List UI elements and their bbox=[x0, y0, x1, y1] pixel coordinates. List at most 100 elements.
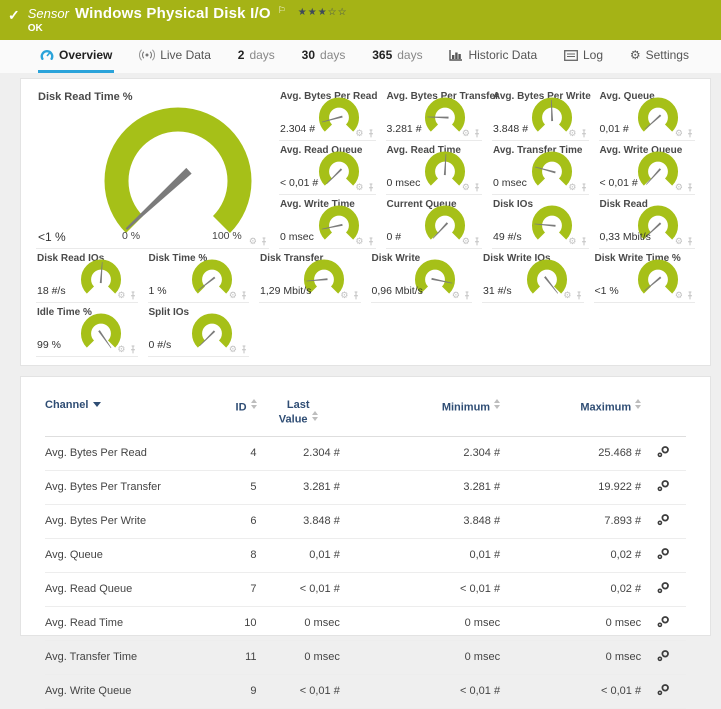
tab-2-days[interactable]: 2days bbox=[236, 40, 277, 73]
channel-settings-icon[interactable] bbox=[656, 547, 671, 561]
tab-label: days bbox=[320, 48, 345, 62]
channel-settings-icon[interactable] bbox=[656, 513, 671, 527]
gear-icon[interactable]: ⚙ bbox=[568, 129, 576, 138]
gauge-idle-time[interactable]: Idle Time %99 %⚙ bbox=[36, 303, 138, 357]
pin-icon[interactable] bbox=[580, 183, 588, 192]
tab-overview[interactable]: Overview bbox=[38, 40, 114, 73]
tab-365-days[interactable]: 365days bbox=[370, 40, 424, 73]
tab-live-data[interactable]: Live Data bbox=[137, 40, 213, 73]
pin-icon[interactable] bbox=[473, 183, 481, 192]
gear-icon[interactable]: ⚙ bbox=[355, 183, 363, 192]
pin-icon[interactable] bbox=[686, 291, 694, 300]
pin-icon[interactable] bbox=[575, 291, 583, 300]
gauge-avg-bytes-per-write[interactable]: Avg. Bytes Per Write3.848 #⚙ bbox=[492, 87, 589, 141]
pin-icon[interactable] bbox=[367, 183, 375, 192]
cell-id: 9 bbox=[199, 674, 257, 708]
sort-icon bbox=[635, 399, 641, 409]
gear-icon[interactable]: ⚙ bbox=[117, 345, 125, 354]
cell-channel[interactable]: Avg. Read Queue bbox=[45, 572, 199, 606]
cell-channel[interactable]: Avg. Transfer Time bbox=[45, 640, 199, 674]
col-header-maximum[interactable]: Maximum bbox=[500, 393, 641, 436]
tab-log[interactable]: Log bbox=[562, 40, 605, 73]
gauge-disk-write[interactable]: Disk Write0,96 Mbit/s⚙ bbox=[371, 249, 473, 303]
flag-icon[interactable]: ⚐ bbox=[278, 5, 286, 16]
pin-icon[interactable] bbox=[473, 237, 481, 246]
gear-icon[interactable]: ⚙ bbox=[340, 291, 348, 300]
gauge-avg-bytes-per-read[interactable]: Avg. Bytes Per Read2.304 #⚙ bbox=[279, 87, 376, 141]
channel-settings-icon[interactable] bbox=[656, 649, 671, 663]
cell-channel[interactable]: Avg. Bytes Per Write bbox=[45, 504, 199, 538]
col-header-id[interactable]: ID bbox=[199, 393, 257, 436]
pin-icon[interactable] bbox=[240, 291, 248, 300]
gauge-disk-read[interactable]: Disk Read0,33 Mbit/s⚙ bbox=[599, 195, 696, 249]
tab-settings[interactable]: ⚙Settings bbox=[628, 40, 691, 73]
cell-channel[interactable]: Avg. Queue bbox=[45, 538, 199, 572]
gauge-disk-ios[interactable]: Disk IOs49 #/s⚙ bbox=[492, 195, 589, 249]
gear-icon[interactable]: ⚙ bbox=[355, 129, 363, 138]
pin-icon[interactable] bbox=[260, 237, 268, 246]
gear-icon[interactable]: ⚙ bbox=[675, 237, 683, 246]
col-header-minimum[interactable]: Minimum bbox=[340, 393, 500, 436]
channel-settings-icon[interactable] bbox=[656, 445, 671, 459]
gauge-avg-bytes-per-transfer[interactable]: Avg. Bytes Per Transfer3.281 #⚙ bbox=[386, 87, 483, 141]
gauge-value: 31 #/s bbox=[483, 285, 512, 297]
cell-channel[interactable]: Avg. Write Queue bbox=[45, 674, 199, 708]
gauge-disk-time[interactable]: Disk Time %1 %⚙ bbox=[148, 249, 250, 303]
col-header-last-value[interactable]: Last Value bbox=[257, 393, 340, 436]
gear-icon[interactable]: ⚙ bbox=[675, 129, 683, 138]
tab-30-days[interactable]: 30days bbox=[300, 40, 348, 73]
gear-icon[interactable]: ⚙ bbox=[117, 291, 125, 300]
gauge-avg-read-queue[interactable]: Avg. Read Queue< 0,01 #⚙ bbox=[279, 141, 376, 195]
cell-channel[interactable]: Avg. Bytes Per Read bbox=[45, 436, 199, 470]
priority-stars[interactable]: ★★★☆☆ bbox=[298, 7, 348, 18]
gear-icon[interactable]: ⚙ bbox=[462, 129, 470, 138]
gauge-avg-write-queue[interactable]: Avg. Write Queue< 0,01 #⚙ bbox=[599, 141, 696, 195]
gauge-dial bbox=[79, 255, 123, 297]
gauge-disk-read-time[interactable]: Disk Read Time % <1 % 0 % 100 % ⚙ bbox=[36, 87, 269, 249]
gear-icon[interactable]: ⚙ bbox=[229, 291, 237, 300]
col-header-channel[interactable]: Channel bbox=[45, 393, 199, 436]
gear-icon[interactable]: ⚙ bbox=[452, 291, 460, 300]
pin-icon[interactable] bbox=[686, 183, 694, 192]
pin-icon[interactable] bbox=[352, 291, 360, 300]
gear-icon[interactable]: ⚙ bbox=[563, 291, 571, 300]
cell-channel[interactable]: Avg. Bytes Per Transfer bbox=[45, 470, 199, 504]
channel-settings-icon[interactable] bbox=[656, 581, 671, 595]
gauge-avg-queue[interactable]: Avg. Queue0,01 #⚙ bbox=[599, 87, 696, 141]
pin-icon[interactable] bbox=[129, 345, 137, 354]
gear-icon[interactable]: ⚙ bbox=[675, 183, 683, 192]
channel-settings-icon[interactable] bbox=[656, 683, 671, 697]
gear-icon[interactable]: ⚙ bbox=[229, 345, 237, 354]
pin-icon[interactable] bbox=[686, 237, 694, 246]
gauge-split-ios[interactable]: Split IOs0 #/s⚙ bbox=[148, 303, 250, 357]
pin-icon[interactable] bbox=[463, 291, 471, 300]
pin-icon[interactable] bbox=[686, 129, 694, 138]
pin-icon[interactable] bbox=[129, 291, 137, 300]
gear-icon[interactable]: ⚙ bbox=[462, 237, 470, 246]
gauge-current-queue[interactable]: Current Queue0 #⚙ bbox=[386, 195, 483, 249]
gear-icon[interactable]: ⚙ bbox=[568, 237, 576, 246]
cell-channel[interactable]: Avg. Read Time bbox=[45, 606, 199, 640]
channel-settings-icon[interactable] bbox=[656, 615, 671, 629]
gear-icon[interactable]: ⚙ bbox=[249, 237, 257, 246]
pin-icon[interactable] bbox=[580, 237, 588, 246]
gear-icon[interactable]: ⚙ bbox=[355, 237, 363, 246]
gauge-avg-read-time[interactable]: Avg. Read Time0 msec⚙ bbox=[386, 141, 483, 195]
gauge-disk-write-ios[interactable]: Disk Write IOs31 #/s⚙ bbox=[482, 249, 584, 303]
gauge-disk-read-ios[interactable]: Disk Read IOs18 #/s⚙ bbox=[36, 249, 138, 303]
gauge-disk-write-time[interactable]: Disk Write Time %<1 %⚙ bbox=[594, 249, 696, 303]
table-row: Avg. Read Time100 msec0 msec0 msec bbox=[45, 606, 686, 640]
gauge-avg-write-time[interactable]: Avg. Write Time0 msec⚙ bbox=[279, 195, 376, 249]
pin-icon[interactable] bbox=[367, 129, 375, 138]
pin-icon[interactable] bbox=[367, 237, 375, 246]
gauge-disk-transfer[interactable]: Disk Transfer1,29 Mbit/s⚙ bbox=[259, 249, 361, 303]
gear-icon[interactable]: ⚙ bbox=[568, 183, 576, 192]
channel-settings-icon[interactable] bbox=[656, 479, 671, 493]
tab-historic-data[interactable]: Historic Data bbox=[447, 40, 539, 73]
gear-icon[interactable]: ⚙ bbox=[462, 183, 470, 192]
pin-icon[interactable] bbox=[580, 129, 588, 138]
pin-icon[interactable] bbox=[240, 345, 248, 354]
pin-icon[interactable] bbox=[473, 129, 481, 138]
gear-icon[interactable]: ⚙ bbox=[675, 291, 683, 300]
gauge-avg-transfer-time[interactable]: Avg. Transfer Time0 msec⚙ bbox=[492, 141, 589, 195]
